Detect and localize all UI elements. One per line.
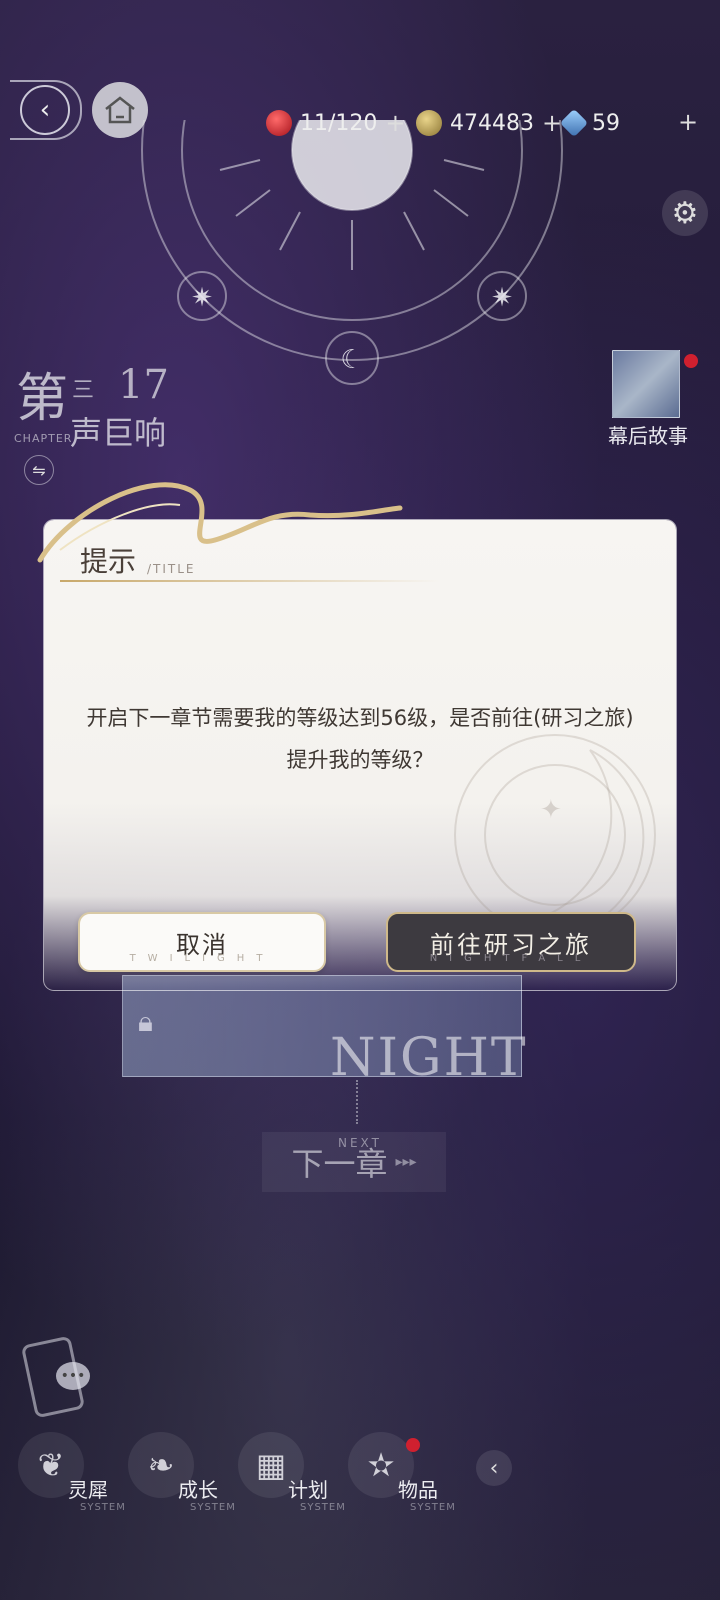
gold-coin-icon xyxy=(416,110,442,136)
back-arrow-icon: ‹ xyxy=(20,85,70,135)
svg-text:✦: ✦ xyxy=(540,795,562,825)
stamina-apple-icon xyxy=(266,110,292,136)
add-gold-button[interactable]: + xyxy=(542,109,562,137)
chapter-small-char: 三 xyxy=(72,378,95,403)
settings-button[interactable]: ⚙ xyxy=(662,190,708,236)
diamond-counter[interactable]: 59 xyxy=(559,108,620,138)
next-chapter-button[interactable]: 下一章 ▸▸▸ xyxy=(262,1132,446,1192)
notification-dot xyxy=(684,354,698,368)
behind-scenes-label[interactable]: 幕后故事 xyxy=(608,420,688,449)
nav-label: 灵犀 xyxy=(68,1478,108,1502)
gear-icon: ⚙ xyxy=(671,195,699,231)
svg-text:☾: ☾ xyxy=(340,345,363,375)
cancel-button-sub: TWILIGHT xyxy=(129,953,275,964)
behind-scenes-thumbnail[interactable] xyxy=(612,350,680,418)
cancel-button[interactable]: 取消 TWILIGHT xyxy=(78,912,326,972)
home-icon xyxy=(105,96,135,124)
chapter-prefix: 第 xyxy=(16,369,69,429)
nav-sub: SYSTEM xyxy=(410,1502,456,1513)
nav-label: 成长 xyxy=(178,1478,218,1502)
astrolabe-decoration: ☾ ✷ ✷ xyxy=(141,120,563,385)
add-diamond-button[interactable]: + xyxy=(678,108,698,136)
nav-sub: SYSTEM xyxy=(190,1502,236,1513)
collapse-nav-button[interactable]: ‹ xyxy=(476,1450,512,1486)
diamond-value: 59 xyxy=(592,110,620,136)
nav-sub: SYSTEM xyxy=(80,1502,126,1513)
confirm-button-sub: NIGHTFALL xyxy=(429,953,593,964)
diamond-icon xyxy=(559,108,589,138)
nav-sub: SYSTEM xyxy=(300,1502,346,1513)
go-study-trip-button[interactable]: 前往研习之旅 NIGHTFALL xyxy=(386,912,636,972)
dialog-title-en: /TITLE xyxy=(147,562,196,576)
next-chapter-label: 下一章 xyxy=(291,1145,388,1183)
back-button[interactable]: ‹ xyxy=(10,80,82,140)
nav-item-growth[interactable]: ❧ 成长 SYSTEM xyxy=(128,1432,238,1513)
home-button[interactable] xyxy=(92,82,148,138)
add-stamina-button[interactable]: + xyxy=(385,109,405,137)
nav-item-lingxi[interactable]: ❦ 灵犀 SYSTEM xyxy=(18,1432,128,1513)
stamina-counter[interactable]: 11/120 + xyxy=(266,108,406,138)
nav-item-items[interactable]: ✫ 物品 SYSTEM xyxy=(348,1432,458,1513)
stamina-value: 11/120 xyxy=(300,110,378,136)
title-underline xyxy=(60,580,440,582)
nav-label: 物品 xyxy=(398,1478,438,1502)
dialog-message: 开启下一章节需要我的等级达到56级，是否前往(研习之旅)提升我的等级？ xyxy=(86,706,634,772)
dialog-title: 提示 xyxy=(80,545,137,578)
triple-arrow-icon: ▸▸▸ xyxy=(395,1154,417,1170)
lock-icon: 🔒︎ xyxy=(138,1005,153,1038)
svg-text:✷: ✷ xyxy=(491,283,513,313)
chat-bubble-icon: ••• xyxy=(56,1362,90,1390)
gold-value: 474483 xyxy=(450,110,534,136)
svg-text:✷: ✷ xyxy=(191,283,213,313)
chapter-label-en: CHAPTER xyxy=(14,432,73,445)
nav-label: 计划 xyxy=(288,1478,328,1502)
nav-item-plan[interactable]: ▦ 计划 SYSTEM xyxy=(238,1432,348,1513)
chapter-number: 17 xyxy=(118,362,169,408)
connector-dots xyxy=(356,1080,360,1124)
card-night-text: NIGHT xyxy=(330,1028,528,1088)
chapter-title: 声巨响 xyxy=(70,414,167,452)
notification-dot xyxy=(406,1438,420,1452)
chevron-left-icon: ‹ xyxy=(489,1455,499,1481)
gold-counter[interactable]: 474483 + xyxy=(416,108,562,138)
